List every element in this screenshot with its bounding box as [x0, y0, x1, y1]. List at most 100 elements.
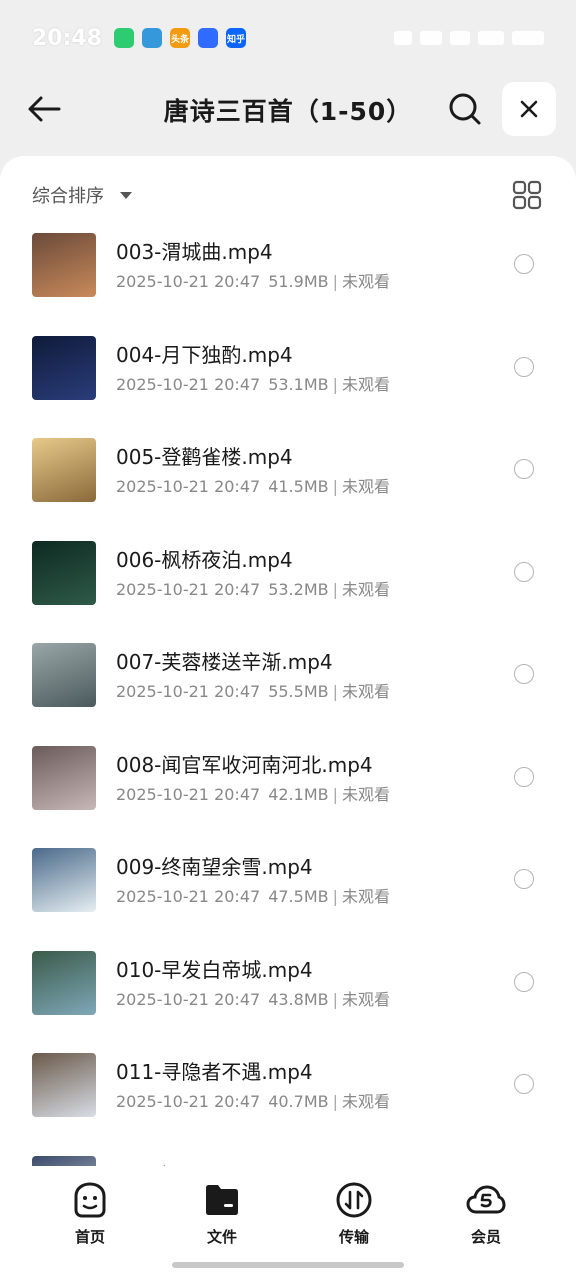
status-time: 20:48: [32, 25, 103, 51]
select-radio[interactable]: [514, 766, 534, 787]
file-name: 011-寻隐者不遇.mp4: [116, 1060, 313, 1084]
app-notif-2-icon: [142, 28, 163, 48]
sort-label: 综合排序: [32, 186, 104, 207]
file-row[interactable]: 008-闻官军收河南河北.mp4 2025-10-21 20:47 42.1MB |…: [0, 743, 576, 846]
watch-status: 未观看: [341, 1092, 390, 1111]
video-thumbnail: [32, 335, 96, 400]
file-name: 008-闻官军收河南河北.mp4: [116, 752, 373, 777]
file-name: 006-枫桥夜泊.mp4: [116, 547, 293, 572]
file-date: 2025-10-21 20:47: [116, 682, 261, 701]
app-notif-1-icon: [114, 28, 135, 48]
file-meta: 2025-10-21 20:47 43.8MB | 未观看: [116, 986, 390, 1010]
watch-status: 未观看: [341, 887, 390, 906]
meta-divider: |: [332, 272, 338, 291]
file-date: 2025-10-21 20:47: [116, 477, 261, 496]
back-button[interactable]: [24, 92, 64, 126]
file-name: 004-月下独酌.mp4: [116, 342, 293, 367]
video-thumbnail: [32, 540, 96, 605]
file-row[interactable]: 005-登鹳雀楼.mp4 2025-10-21 20:47 41.5MB | 未观看: [0, 435, 576, 538]
file-row[interactable]: 011-寻隐者不遇.mp4 2025-10-21 20:47 40.7MB | 未观看: [0, 1050, 576, 1153]
watch-status: 未观看: [341, 272, 390, 291]
file-size: 41.5MB: [268, 477, 329, 496]
close-icon: [520, 100, 538, 118]
video-thumbnail: [32, 438, 96, 502]
home-indicator[interactable]: [172, 1262, 404, 1268]
nav-vip[interactable]: 会员: [446, 1180, 526, 1247]
file-meta: 2025-10-21 20:47 53.1MB | 未观看: [116, 371, 390, 395]
watch-status: 未观看: [341, 374, 390, 394]
file-date: 2025-10-21 20:47: [116, 1092, 261, 1111]
grid-view-icon: [512, 180, 542, 210]
file-name: 005-登鹳雀楼.mp4: [116, 445, 293, 469]
file-meta: 2025-10-21 20:47 47.5MB | 未观看: [116, 883, 390, 907]
file-row[interactable]: 009-终南望余雪.mp4 2025-10-21 20:47 47.5MB | 未观看: [0, 845, 576, 948]
home-face-icon: [74, 1182, 106, 1218]
file-size: 53.2MB: [268, 579, 329, 599]
watch-status: 未观看: [341, 784, 390, 804]
file-date: 2025-10-21 20:47: [116, 887, 261, 906]
header: 唐诗三百首（1-50）: [0, 76, 576, 142]
sort-dropdown[interactable]: 综合排序: [32, 182, 132, 208]
file-size: 42.1MB: [268, 784, 329, 804]
video-thumbnail: [32, 643, 96, 707]
file-row[interactable]: 010-早发白帝城.mp4 2025-10-21 20:47 43.8MB | 未观看: [0, 948, 576, 1051]
meta-divider: |: [332, 1092, 338, 1111]
file-meta: 2025-10-21 20:47 55.5MB | 未观看: [116, 678, 390, 702]
file-meta: 2025-10-21 20:47 40.7MB | 未观看: [116, 1088, 390, 1112]
select-radio[interactable]: [514, 664, 534, 684]
file-size: 40.7MB: [268, 1092, 329, 1111]
file-row[interactable]: 007-芙蓉楼送辛渐.mp4 2025-10-21 20:47 55.5MB | 未观…: [0, 640, 576, 743]
video-thumbnail: [32, 950, 96, 1015]
file-meta: 2025-10-21 20:47 51.9MB | 未观看: [116, 268, 390, 292]
file-size: 47.5MB: [268, 887, 329, 906]
meta-divider: |: [332, 682, 338, 701]
file-size: 43.8MB: [268, 989, 329, 1009]
baidu-notif-icon: [198, 28, 219, 48]
file-size: 55.5MB: [268, 682, 329, 701]
nav-vip-label: 会员: [470, 1228, 501, 1246]
video-thumbnail: [32, 1155, 96, 1166]
select-radio[interactable]: [514, 971, 534, 992]
nav-transfer-label: 传输: [338, 1228, 369, 1246]
signal-icon: [478, 31, 504, 45]
file-name: 010-早发白帝城.mp4: [116, 957, 313, 982]
grid-view-button[interactable]: [512, 180, 542, 210]
select-radio[interactable]: [514, 459, 534, 479]
status-bar: 20:48 头条 知乎: [0, 0, 576, 76]
file-name: 009-终南望余雪.mp4: [116, 855, 313, 879]
network-speed-icon: [420, 31, 442, 45]
file-size: 51.9MB: [268, 272, 329, 291]
battery-icon: [512, 31, 544, 45]
search-button[interactable]: [446, 90, 484, 128]
nav-home[interactable]: 首页: [50, 1180, 130, 1247]
select-radio[interactable]: [514, 869, 534, 889]
file-date: 2025-10-21 20:47: [116, 579, 261, 599]
vip-cloud-icon: [466, 1185, 506, 1214]
file-row[interactable]: 004-月下独酌.mp4 2025-10-21 20:47 53.1MB | 未观看: [0, 333, 576, 436]
caret-down-icon: [120, 191, 132, 199]
search-icon: [449, 93, 481, 125]
select-radio[interactable]: [514, 1074, 534, 1094]
alarm-icon: [394, 31, 412, 45]
video-thumbnail: [32, 848, 96, 912]
nav-transfer[interactable]: 传输: [314, 1180, 394, 1247]
file-name: 012-江雪.mp4: [116, 1159, 253, 1167]
file-row[interactable]: 003-渭城曲.mp4 2025-10-21 20:47 51.9MB | 未观看: [0, 230, 576, 333]
meta-divider: |: [332, 784, 338, 804]
meta-divider: |: [332, 374, 338, 394]
watch-status: 未观看: [341, 682, 390, 701]
select-radio[interactable]: [514, 561, 534, 582]
file-date: 2025-10-21 20:47: [116, 989, 261, 1009]
select-radio[interactable]: [514, 254, 534, 274]
arrow-left-icon: [28, 96, 61, 122]
file-row[interactable]: 012-江雪.mp4: [0, 1153, 576, 1167]
select-radio[interactable]: [514, 356, 534, 377]
file-name: 007-芙蓉楼送辛渐.mp4: [116, 650, 333, 674]
file-name: 003-渭城曲.mp4: [116, 240, 273, 264]
file-size: 53.1MB: [268, 374, 329, 394]
nav-files[interactable]: 文件: [182, 1180, 262, 1247]
bottom-nav: 首页 文件 传输 会员: [0, 1166, 576, 1280]
status-indicators: [394, 31, 544, 45]
file-row[interactable]: 006-枫桥夜泊.mp4 2025-10-21 20:47 53.2MB | 未观看: [0, 538, 576, 641]
close-button[interactable]: [502, 82, 556, 136]
